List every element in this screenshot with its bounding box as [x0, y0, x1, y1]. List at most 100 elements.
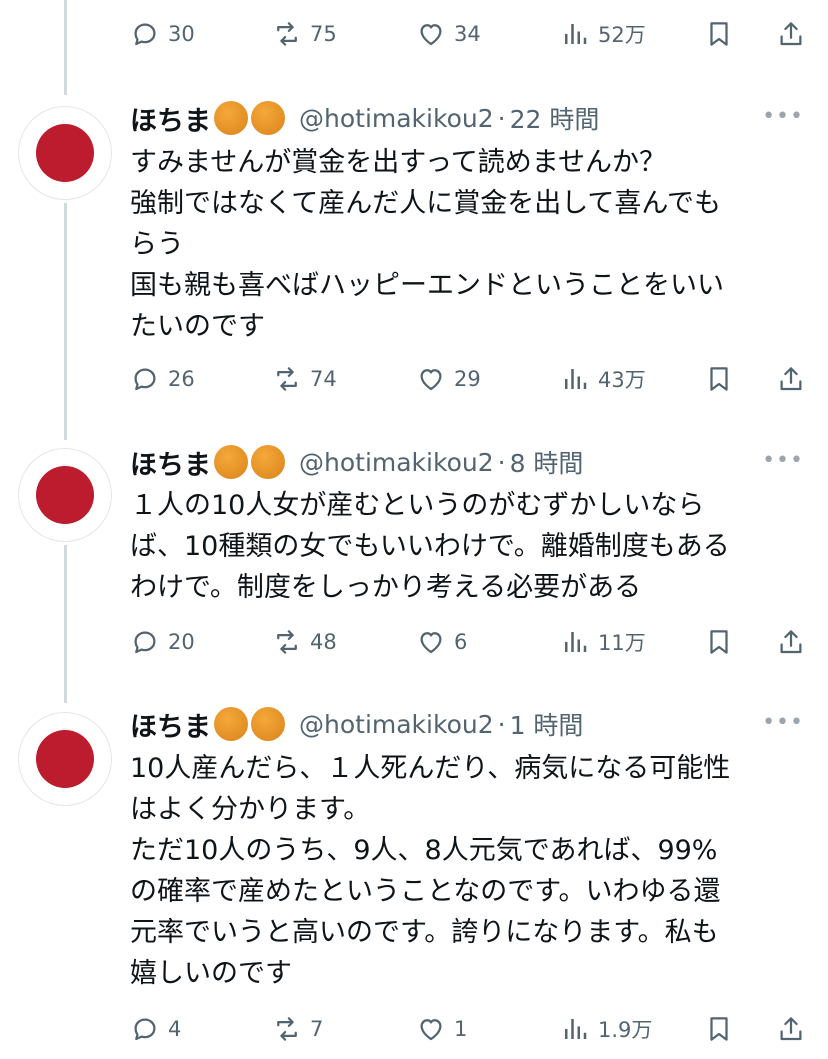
tweet-text: 10人産んだら、１人死んだり、病気になる可能性 はよく分かります。 ただ10人の…: [130, 748, 810, 994]
like-count: 34: [454, 22, 481, 46]
avatar-circle: [36, 124, 94, 182]
bookmark-icon: [710, 1017, 728, 1041]
user-handle[interactable]: @hotimakikou2: [299, 710, 494, 739]
like-button[interactable]: 1: [416, 1009, 467, 1049]
action-bar: 30 75 34 52万: [130, 14, 810, 54]
repost-button[interactable]: 7: [272, 1009, 323, 1049]
reply-count: 30: [168, 22, 195, 46]
user-handle[interactable]: @hotimakikou2: [299, 104, 494, 133]
tweet-text: １人の10人女が産むというのがむずかしいなら ば、10種類の女でもいいわけで。離…: [130, 485, 810, 608]
more-icon[interactable]: •••: [762, 448, 804, 473]
reply-button[interactable]: 30: [130, 14, 195, 54]
reply-icon: [134, 23, 156, 46]
bookmark-icon: [710, 630, 728, 654]
reply-button[interactable]: 20: [130, 622, 195, 662]
bookmark-button[interactable]: [704, 1009, 734, 1049]
reply-count: 20: [168, 630, 195, 654]
text-line: 元率でいうと高いのです。誇りになります。私も: [130, 917, 719, 948]
badge-icon: [214, 101, 248, 135]
avatar[interactable]: [18, 106, 112, 200]
repost-icon: [277, 1017, 297, 1041]
views-icon: [565, 632, 587, 652]
display-name[interactable]: ほちま: [130, 443, 211, 482]
avatar-circle: [36, 730, 94, 788]
views-count: 11万: [598, 631, 646, 655]
bookmark-button[interactable]: [704, 359, 734, 399]
thread-line: [64, 0, 67, 95]
like-count: 6: [454, 630, 468, 654]
text-line: たいのです: [130, 311, 265, 342]
like-button[interactable]: 6: [416, 622, 467, 662]
thread-line: [64, 203, 67, 440]
badge-icon: [214, 445, 248, 479]
timestamp[interactable]: 1 時間: [510, 706, 584, 742]
text-line: わけで。制度をしっかり考える必要がある: [130, 572, 642, 603]
views-button[interactable]: 43万: [560, 359, 646, 399]
display-name[interactable]: ほちま: [130, 99, 211, 138]
reply-count: 4: [168, 1017, 182, 1041]
like-button[interactable]: 29: [416, 359, 481, 399]
text-line: 嬉しいのです: [130, 958, 292, 989]
text-line: 強制ではなくて産んだ人に賞金を出して喜んでも: [130, 188, 722, 219]
tweet-header: ほちま @hotimakikou2 · 8 時間: [130, 442, 583, 482]
repost-icon: [277, 22, 297, 46]
share-icon: [780, 22, 802, 46]
views-count: 52万: [598, 23, 646, 47]
bookmark-button[interactable]: [704, 622, 734, 662]
timestamp[interactable]: 22 時間: [510, 100, 600, 136]
badge-icon: [251, 101, 285, 135]
repost-count: 74: [310, 367, 337, 391]
share-icon: [780, 367, 802, 391]
views-icon: [565, 1019, 587, 1039]
views-button[interactable]: 1.9万: [560, 1009, 652, 1049]
separator-dot: ·: [497, 709, 506, 739]
repost-count: 7: [310, 1017, 324, 1041]
text-line: の確率で産めたということなのです。いわゆる還: [130, 876, 721, 907]
repost-icon: [277, 367, 297, 391]
heart-icon: [420, 369, 442, 391]
share-button[interactable]: [776, 14, 806, 54]
action-bar: 26 74 29 43万: [130, 359, 810, 399]
like-count: 29: [454, 367, 481, 391]
badge-icon: [251, 707, 285, 741]
reply-count: 26: [168, 367, 195, 391]
separator-dot: ·: [497, 103, 506, 133]
badge-icon: [251, 445, 285, 479]
text-line: 10人産んだら、１人死んだり、病気になる可能性: [130, 753, 731, 784]
more-icon[interactable]: •••: [762, 710, 804, 735]
like-count: 1: [454, 1017, 468, 1041]
avatar[interactable]: [18, 448, 112, 542]
thread-line: [64, 545, 67, 703]
text-line: １人の10人女が産むというのがむずかしいなら: [130, 490, 705, 521]
views-icon: [565, 369, 587, 389]
text-line: 国も親も喜べばハッピーエンドということをいい: [130, 270, 724, 301]
repost-count: 75: [310, 22, 337, 46]
views-count: 1.9万: [598, 1018, 653, 1042]
repost-count: 48: [310, 630, 337, 654]
tweet-header: ほちま @hotimakikou2 · 1 時間: [130, 704, 583, 744]
share-icon: [780, 1017, 802, 1041]
share-button[interactable]: [776, 1009, 806, 1049]
share-button[interactable]: [776, 622, 806, 662]
reply-icon: [134, 631, 156, 654]
views-icon: [565, 24, 587, 44]
more-icon[interactable]: •••: [762, 104, 804, 129]
like-button[interactable]: 34: [416, 14, 481, 54]
views-button[interactable]: 11万: [560, 622, 646, 662]
separator-dot: ·: [497, 447, 506, 477]
repost-button[interactable]: 48: [272, 622, 337, 662]
bookmark-icon: [710, 367, 728, 391]
display-name[interactable]: ほちま: [130, 705, 211, 744]
reply-button[interactable]: 26: [130, 359, 195, 399]
tweet-text: すみませんが賞金を出すって読めませんか？ 強制ではなくて産んだ人に賞金を出して喜…: [130, 142, 810, 347]
views-button[interactable]: 52万: [560, 14, 646, 54]
share-button[interactable]: [776, 359, 806, 399]
bookmark-button[interactable]: [704, 14, 734, 54]
user-handle[interactable]: @hotimakikou2: [299, 448, 494, 477]
repost-button[interactable]: 75: [272, 14, 337, 54]
timestamp[interactable]: 8 時間: [510, 444, 584, 480]
text-line: すみませんが賞金を出すって読めませんか？: [130, 147, 666, 178]
avatar[interactable]: [18, 712, 112, 806]
repost-button[interactable]: 74: [272, 359, 337, 399]
reply-button[interactable]: 4: [130, 1009, 181, 1049]
